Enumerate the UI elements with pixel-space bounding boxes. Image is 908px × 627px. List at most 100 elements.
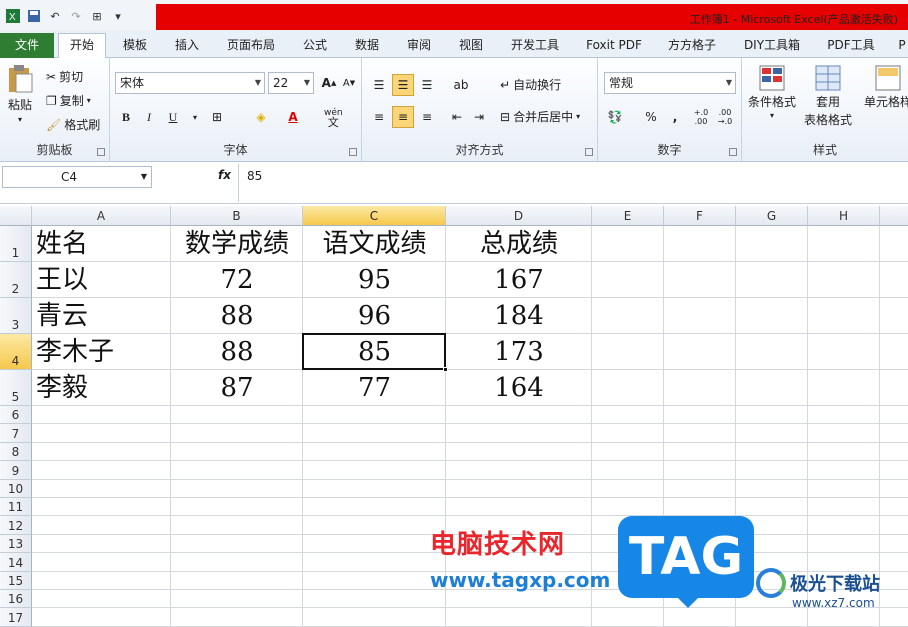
cell-c1[interactable]: 语文成绩 bbox=[303, 226, 446, 262]
row-header-11[interactable]: 11 bbox=[0, 498, 32, 517]
tab-formulas[interactable]: 公式 bbox=[298, 34, 332, 58]
align-bottom-icon[interactable]: ☰ bbox=[416, 74, 438, 96]
decrease-indent-icon[interactable]: ⇤ bbox=[446, 106, 468, 128]
row-header-14[interactable]: 14 bbox=[0, 553, 32, 572]
formula-input[interactable]: 85 bbox=[247, 169, 262, 183]
copy-button[interactable]: ❐ 复制 ▾ bbox=[46, 92, 91, 109]
row-header-7[interactable]: 7 bbox=[0, 424, 32, 443]
number-format-select[interactable]: 常规 ▼ bbox=[604, 72, 736, 94]
cell-d4[interactable]: 173 bbox=[446, 334, 592, 370]
cell-d2[interactable]: 167 bbox=[446, 262, 592, 298]
row-header-1[interactable]: 1 bbox=[0, 226, 32, 262]
font-family-select[interactable]: 宋体 ▼ bbox=[115, 72, 265, 94]
italic-button[interactable]: I bbox=[138, 106, 160, 128]
tab-fangfang[interactable]: 方方格子 bbox=[662, 34, 722, 58]
column-header-d[interactable]: D bbox=[446, 206, 592, 226]
cell-b1[interactable]: 数学成绩 bbox=[171, 226, 303, 262]
tab-more[interactable]: P bbox=[896, 34, 908, 58]
select-all-corner[interactable] bbox=[0, 206, 32, 226]
column-header-h[interactable]: H bbox=[808, 206, 880, 226]
align-left-icon[interactable]: ≡ bbox=[368, 106, 390, 128]
cell-d5[interactable]: 164 bbox=[446, 370, 592, 406]
cell-a4[interactable]: 李木子 bbox=[36, 334, 175, 370]
tab-view[interactable]: 视图 bbox=[454, 34, 488, 58]
align-center-icon[interactable]: ≡ bbox=[392, 106, 414, 128]
cell-b3[interactable]: 88 bbox=[171, 298, 303, 334]
binoculars-icon[interactable]: ⊞ bbox=[88, 7, 106, 25]
cut-button[interactable]: ✂ 剪切 bbox=[46, 68, 83, 85]
underline-button[interactable]: U bbox=[162, 106, 184, 128]
redo-icon[interactable]: ↷ bbox=[67, 7, 85, 25]
dialog-launcher-icon[interactable] bbox=[349, 148, 357, 156]
undo-icon[interactable]: ↶ bbox=[46, 7, 64, 25]
cell-styles-button[interactable]: 单元格样 bbox=[864, 64, 908, 110]
format-as-table-button[interactable]: 套用 表格格式 bbox=[804, 64, 852, 128]
tab-page-layout[interactable]: 页面布局 bbox=[222, 34, 280, 58]
column-header-i[interactable]: I bbox=[880, 206, 908, 226]
row-header-9[interactable]: 9 bbox=[0, 461, 32, 480]
paste-button[interactable]: 粘贴 ▾ bbox=[6, 64, 34, 124]
name-box[interactable]: C4 ▼ bbox=[2, 166, 152, 188]
orientation-icon[interactable]: ab bbox=[450, 74, 472, 96]
tab-data[interactable]: 数据 bbox=[350, 34, 384, 58]
tab-insert[interactable]: 插入 bbox=[170, 34, 204, 58]
tab-pdf-tools[interactable]: PDF工具 bbox=[822, 34, 880, 58]
cell-c2[interactable]: 95 bbox=[303, 262, 446, 298]
row-header-16[interactable]: 16 bbox=[0, 590, 32, 609]
cell-b5[interactable]: 87 bbox=[171, 370, 303, 406]
align-middle-icon[interactable]: ☰ bbox=[392, 74, 414, 96]
font-size-select[interactable]: 22 ▼ bbox=[268, 72, 314, 94]
row-header-5[interactable]: 5 bbox=[0, 370, 32, 406]
cell-a5[interactable]: 李毅 bbox=[36, 370, 175, 406]
row-header-2[interactable]: 2 bbox=[0, 262, 32, 298]
column-header-b[interactable]: B bbox=[171, 206, 303, 226]
tab-developer[interactable]: 开发工具 bbox=[506, 34, 564, 58]
fill-color-icon[interactable]: ◈ bbox=[250, 106, 272, 128]
cell-d3[interactable]: 184 bbox=[446, 298, 592, 334]
currency-icon[interactable]: 💱 bbox=[604, 106, 626, 128]
customize-icon[interactable]: ▾ bbox=[109, 7, 127, 25]
align-top-icon[interactable]: ☰ bbox=[368, 74, 390, 96]
row-header-15[interactable]: 15 bbox=[0, 571, 32, 590]
cell-d1[interactable]: 总成绩 bbox=[446, 226, 592, 262]
tab-foxit-pdf[interactable]: Foxit PDF bbox=[582, 34, 646, 58]
fill-handle[interactable] bbox=[443, 367, 448, 372]
row-header-4[interactable]: 4 bbox=[0, 334, 32, 370]
cell-a3[interactable]: 青云 bbox=[36, 298, 175, 334]
tab-diy-toolbox[interactable]: DIY工具箱 bbox=[740, 34, 804, 58]
merge-center-button[interactable]: ⊟ 合并后居中 ▾ bbox=[500, 108, 580, 125]
column-header-a[interactable]: A bbox=[32, 206, 171, 226]
percent-button[interactable]: % bbox=[640, 106, 662, 128]
row-header-13[interactable]: 13 bbox=[0, 534, 32, 554]
row-header-17[interactable]: 17 bbox=[0, 608, 32, 627]
cell-c3[interactable]: 96 bbox=[303, 298, 446, 334]
comma-button[interactable]: , bbox=[664, 106, 686, 128]
border-icon[interactable]: ⊞ bbox=[206, 106, 228, 128]
tab-home[interactable]: 开始 bbox=[58, 33, 106, 59]
align-right-icon[interactable]: ≡ bbox=[416, 106, 438, 128]
row-header-6[interactable]: 6 bbox=[0, 406, 32, 425]
column-header-e[interactable]: E bbox=[592, 206, 664, 226]
dialog-launcher-icon[interactable] bbox=[97, 148, 105, 156]
tab-file[interactable]: 文件 bbox=[0, 33, 54, 58]
bold-button[interactable]: B bbox=[115, 106, 137, 128]
grow-font-icon[interactable]: A ▲ bbox=[318, 72, 340, 94]
excel-icon[interactable]: X bbox=[4, 7, 22, 25]
fx-icon[interactable]: fx bbox=[218, 168, 231, 182]
row-header-12[interactable]: 12 bbox=[0, 516, 32, 535]
increase-indent-icon[interactable]: ⇥ bbox=[468, 106, 490, 128]
chevron-down-icon[interactable]: ▾ bbox=[184, 106, 206, 128]
dialog-launcher-icon[interactable] bbox=[729, 148, 737, 156]
tab-templates[interactable]: 模板 bbox=[118, 34, 152, 58]
save-icon[interactable] bbox=[25, 7, 43, 25]
decrease-decimal-button[interactable]: .00 →.0 bbox=[714, 106, 736, 128]
cell-c5[interactable]: 77 bbox=[303, 370, 446, 406]
row-header-3[interactable]: 3 bbox=[0, 298, 32, 334]
cell-b2[interactable]: 72 bbox=[171, 262, 303, 298]
tab-review[interactable]: 审阅 bbox=[402, 34, 436, 58]
format-painter-button[interactable]: 🖌 格式刷 bbox=[46, 116, 100, 133]
increase-decimal-button[interactable]: +.0 .00 bbox=[690, 106, 712, 128]
cell-a2[interactable]: 王以 bbox=[36, 262, 175, 298]
column-header-f[interactable]: F bbox=[664, 206, 736, 226]
column-header-c[interactable]: C bbox=[303, 206, 446, 226]
